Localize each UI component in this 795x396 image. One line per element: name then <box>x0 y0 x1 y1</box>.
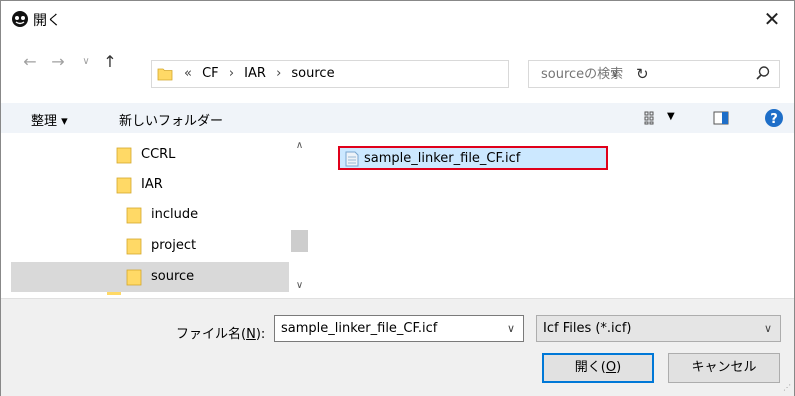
close-button[interactable]: ✕ <box>750 1 794 37</box>
chevron-down-icon[interactable]: ∨ <box>764 322 772 335</box>
tree-item-label: include <box>151 207 199 222</box>
chevron-down-icon: ∨ <box>82 56 90 67</box>
folder-icon <box>126 238 142 255</box>
help-icon[interactable]: ? <box>764 108 784 128</box>
resize-grip-icon[interactable]: ⋰ <box>783 383 791 392</box>
scroll-up-icon[interactable]: ∧ <box>291 140 308 151</box>
up-button[interactable]: ↑ <box>101 47 119 77</box>
cancel-button[interactable]: キャンセル <box>668 353 780 383</box>
folder-icon <box>116 147 132 164</box>
chevron-down-icon[interactable]: ∨ <box>507 322 515 335</box>
svg-text:?: ? <box>770 112 778 127</box>
view-options-icon[interactable] <box>644 111 660 125</box>
folder-icon <box>126 269 142 286</box>
file-item[interactable]: sample_linker_file_CF.icf <box>338 146 608 170</box>
tree-item-include[interactable]: include <box>11 200 289 230</box>
preview-pane-icon[interactable] <box>713 111 729 125</box>
address-bar[interactable]: « CF › IAR › source ∨ ↻ <box>151 60 649 88</box>
navigation-scrollbar[interactable]: ∧ ∨ <box>291 140 308 295</box>
back-arrow-icon: ← <box>23 52 37 71</box>
view-dropdown-icon[interactable]: ▼ <box>667 111 675 122</box>
tree-item-project[interactable]: project <box>11 231 289 261</box>
open-file-dialog: 開く ✕ ← → ∨ ↑ « CF › IAR › source ∨ ↻ 整 <box>0 0 795 396</box>
window-title: 開く <box>33 13 61 29</box>
breadcrumb-source[interactable]: source <box>291 66 334 81</box>
file-icon <box>345 151 359 167</box>
filename-input[interactable]: sample_linker_file_CF.icf ∨ <box>274 315 524 342</box>
search-box[interactable] <box>528 60 780 88</box>
filename-label: ファイル名(N): <box>176 327 266 342</box>
breadcrumb-cf[interactable]: CF <box>202 66 219 81</box>
folder-icon <box>107 292 121 295</box>
search-input[interactable] <box>539 66 743 83</box>
title-bar: 開く ✕ <box>1 1 794 37</box>
forward-arrow-icon: → <box>51 52 65 71</box>
filename-value: sample_linker_file_CF.icf <box>281 321 438 336</box>
tree-item-iar[interactable]: IAR <box>11 170 289 200</box>
tree-item-label: IAR <box>141 177 163 192</box>
breadcrumb-overflow[interactable]: « <box>184 66 192 81</box>
filetype-select[interactable]: Icf Files (*.icf) ∨ <box>536 315 781 342</box>
back-button[interactable]: ← <box>21 47 39 77</box>
close-icon: ✕ <box>763 7 781 31</box>
filetype-value: Icf Files (*.icf) <box>543 321 632 336</box>
folder-icon <box>126 207 142 224</box>
navigation-pane: CCRL IAR include project source <box>11 140 289 295</box>
breadcrumb-separator-icon[interactable]: › <box>276 66 281 81</box>
app-icon <box>12 11 28 27</box>
breadcrumb-iar[interactable]: IAR <box>244 66 266 81</box>
recent-locations-button[interactable]: ∨ <box>77 47 95 77</box>
folder-icon <box>157 68 173 81</box>
scroll-down-icon[interactable]: ∨ <box>291 280 308 291</box>
folder-icon <box>116 177 132 194</box>
open-button[interactable]: 開く(O) <box>542 353 654 383</box>
tree-item-source[interactable]: source <box>11 262 289 292</box>
tree-item-label: source <box>151 269 195 284</box>
forward-button[interactable]: → <box>49 47 67 77</box>
tree-item-ccrl[interactable]: CCRL <box>11 140 289 170</box>
breadcrumb-separator-icon[interactable]: › <box>229 66 234 81</box>
breadcrumb: « CF › IAR › source <box>184 66 341 81</box>
up-arrow-icon: ↑ <box>103 52 117 71</box>
tree-item-label: project <box>151 238 197 253</box>
file-name: sample_linker_file_CF.icf <box>364 151 521 166</box>
scrollbar-thumb[interactable] <box>291 230 308 252</box>
tree-item-label: CCRL <box>141 147 176 162</box>
search-icon[interactable] <box>755 65 771 81</box>
command-bar: 整理 ▾ 新しいフォルダー ▼ ? <box>1 103 794 133</box>
organize-menu[interactable]: 整理 ▾ <box>31 110 68 129</box>
new-folder-button[interactable]: 新しいフォルダー <box>119 110 223 129</box>
